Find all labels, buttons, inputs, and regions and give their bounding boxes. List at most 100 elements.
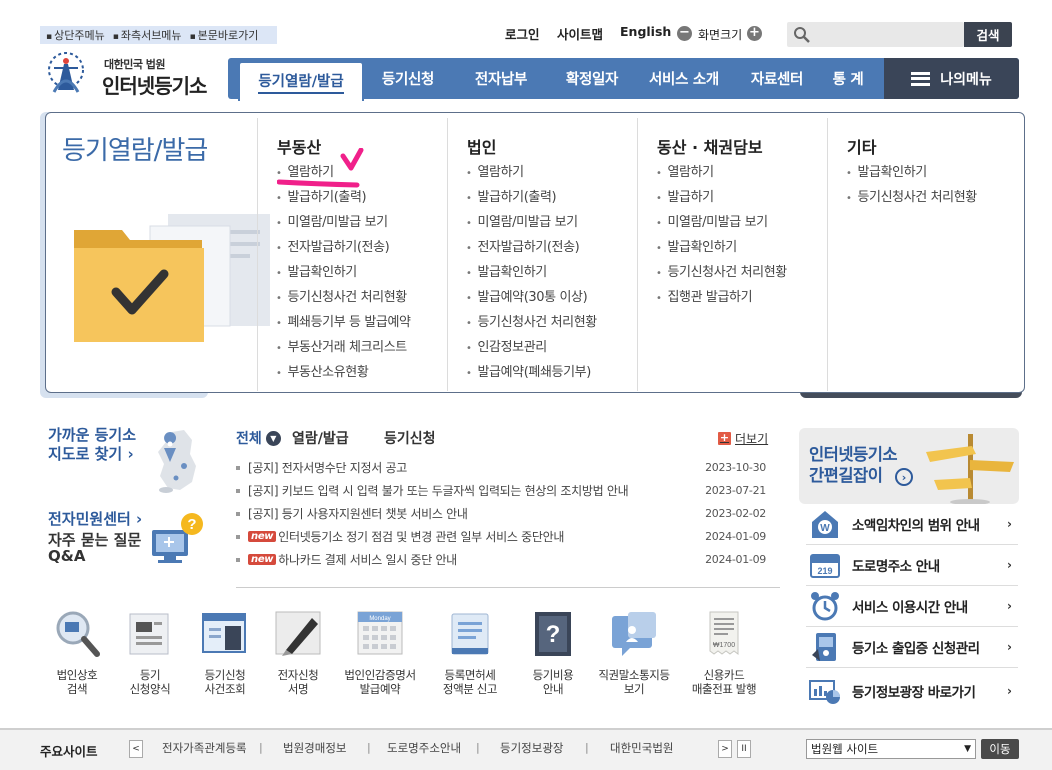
quick-link-seal-cert[interactable]: Monday 법인인감증명서 발급예약	[341, 608, 419, 696]
notice-item[interactable]: new 인터넷등기소 정기 점검 및 변경 관련 일부 서비스 중단안내 202…	[236, 525, 766, 548]
my-menu-button[interactable]: 나의메뉴	[884, 58, 1019, 99]
footer-link[interactable]: 대한민국법원	[610, 740, 673, 756]
menu-item[interactable]: 인감정보관리	[466, 335, 597, 360]
skip-link-side-menu[interactable]: 좌측서브메뉴	[113, 27, 182, 43]
zoom-label: 화면크기	[698, 28, 743, 42]
prev-button[interactable]: <	[129, 740, 143, 758]
quick-label: 서명	[287, 682, 309, 696]
zoom-in-icon[interactable]: +	[747, 26, 762, 41]
side-link-data-plaza[interactable]: 등기정보광장 바로가기 ›	[806, 670, 1018, 711]
quick-link-card-receipt[interactable]: ₩1700 신용카드 매출전표 발행	[685, 608, 763, 696]
menu-item[interactable]: 발급하기	[656, 185, 787, 210]
footer-link[interactable]: 도로명주소안내	[387, 740, 461, 756]
faq-line2: Q&A	[48, 547, 86, 565]
tab-registration[interactable]: 등기신청	[384, 428, 436, 448]
nav-tab-statistics[interactable]: 통 계	[822, 58, 874, 99]
menu-item[interactable]: 열람하기	[466, 160, 597, 185]
footer-link[interactable]: 등기정보광장	[500, 740, 563, 756]
skip-link-top-menu[interactable]: 상단주메뉴	[46, 27, 105, 43]
side-link-access-pass[interactable]: 등기소 출입증 신청관리 ›	[806, 627, 1018, 668]
menu-list-etc: 발급확인하기 등기신청사건 처리현황	[846, 160, 978, 210]
document-icon	[451, 613, 489, 655]
guide-title: 인터넷등기소 간편길잡이	[809, 444, 898, 486]
quick-label: 발급예약	[359, 682, 401, 696]
menu-item[interactable]: 발급확인하기	[846, 160, 977, 185]
calendar-day-label: Monday	[369, 616, 390, 622]
notice-date: 2024-01-09	[705, 530, 766, 543]
english-link[interactable]: English	[620, 24, 671, 39]
case-icon	[202, 613, 246, 653]
related-sites-select[interactable]: 법원웹 사이트 ▼	[806, 739, 976, 759]
map-link-line2: 지도로 찾기	[48, 445, 123, 463]
faq-link[interactable]: 자주 묻는 질문 Q&A	[48, 532, 141, 564]
menu-item[interactable]: 미열람/미발급 보기	[656, 210, 787, 235]
search-button[interactable]: 검색	[964, 22, 1012, 47]
menu-item[interactable]: 발급확인하기	[466, 260, 597, 285]
side-link-service-hours[interactable]: 서비스 이용시간 안내 ›	[806, 586, 1018, 627]
nav-tab-data-center[interactable]: 자료센터	[740, 58, 814, 99]
menu-item[interactable]: 부동산소유현황	[276, 360, 411, 385]
go-button[interactable]: 이동	[981, 739, 1019, 759]
menu-item[interactable]: 등기신청사건 처리현황	[656, 260, 788, 285]
nav-tab-e-payment[interactable]: 전자납부	[462, 58, 540, 99]
menu-item[interactable]: 등기신청사건 처리현황	[846, 185, 978, 210]
skip-link-content[interactable]: 본문바로가기	[190, 27, 259, 43]
notice-item[interactable]: [공지] 키보드 입력 시 입력 불가 또는 두글자씩 입력되는 현상의 조치방…	[236, 479, 766, 502]
quick-label: 전자신청	[277, 668, 319, 682]
menu-item[interactable]: 발급확인하기	[656, 235, 787, 260]
quick-link-e-sign[interactable]: 전자신청 서명	[259, 608, 337, 696]
quick-link-corp-name-search[interactable]: 법인상호 검색	[38, 608, 116, 696]
zoom-out-icon[interactable]: −	[677, 26, 692, 41]
notice-item[interactable]: new 하나카드 결제 서비스 일시 중단 안내 2024-01-09	[236, 548, 766, 571]
bullet-icon	[236, 465, 240, 470]
map-search-link[interactable]: 가까운 등기소 지도로 찾기 ›	[48, 426, 136, 464]
menu-item[interactable]: 열람하기	[656, 160, 787, 185]
quick-link-reg-cost[interactable]: ? 등기비용 안내	[514, 608, 592, 696]
column-head-movable-property: 동산 · 채권담보	[657, 138, 763, 157]
menu-item[interactable]: 전자발급하기(전송)	[276, 235, 411, 260]
footer-link[interactable]: 법원경매정보	[283, 740, 346, 756]
menu-item[interactable]: 발급하기(출력)	[466, 185, 597, 210]
notice-item[interactable]: [공지] 등기 사용자지원센터 챗봇 서비스 안내 2023-02-02	[236, 502, 766, 525]
menu-list-corporation: 열람하기 발급하기(출력) 미열람/미발급 보기 전자발급하기(전송) 발급확인…	[466, 160, 598, 385]
sitemap-link[interactable]: 사이트맵	[557, 24, 603, 43]
search-icon	[794, 27, 810, 43]
notice-item[interactable]: [공지] 전자서명수단 지정서 공고 2023-10-30	[236, 456, 766, 479]
quick-label: 사건조회	[204, 682, 246, 696]
menu-item[interactable]: 미열람/미발급 보기	[276, 210, 411, 235]
quick-link-reg-forms[interactable]: 등기 신청양식	[111, 608, 189, 696]
footer-link[interactable]: 전자가족관계등록	[162, 740, 247, 756]
tab-view-issue[interactable]: 열람/발급	[292, 428, 349, 448]
quick-link-case-lookup[interactable]: 등기신청 사건조회	[186, 608, 264, 696]
menu-item[interactable]: 폐쇄등기부 등 발급예약	[276, 310, 411, 335]
menu-item[interactable]: 부동산거래 체크리스트	[276, 335, 411, 360]
quick-link-cancellation-notice[interactable]: 직권말소통지등 보기	[595, 608, 673, 696]
tab-all-label: 전체	[236, 431, 262, 447]
nav-tab-registration[interactable]: 등기신청	[370, 58, 446, 99]
menu-item[interactable]: 발급확인하기	[276, 260, 411, 285]
chevron-right-icon: ›	[1007, 558, 1012, 572]
e-civil-center-link[interactable]: 전자민원센터 ›	[48, 508, 142, 529]
site-logo[interactable]: 대한민국 법원 인터넷등기소	[44, 50, 234, 100]
login-link[interactable]: 로그인	[505, 24, 540, 43]
menu-item[interactable]: 발급예약(30통 이상)	[466, 285, 597, 310]
side-link-small-tenant[interactable]: W 소액임차인의 범위 안내 ›	[806, 504, 1018, 545]
menu-item[interactable]: 집행관 발급하기	[656, 285, 787, 310]
next-button[interactable]: >	[718, 740, 732, 758]
menu-item[interactable]: 등기신청사건 처리현황	[276, 285, 411, 310]
search-input[interactable]	[787, 22, 964, 47]
menu-item[interactable]: 등기신청사건 처리현황	[466, 310, 598, 335]
nav-tab-service-intro[interactable]: 서비스 소개	[640, 58, 728, 99]
menu-item[interactable]: 미열람/미발급 보기	[466, 210, 597, 235]
menu-item[interactable]: 전자발급하기(전송)	[466, 235, 597, 260]
quick-link-license-tax[interactable]: 등록면허세 정액분 신고	[431, 608, 509, 696]
select-value: 법원웹 사이트	[811, 742, 879, 756]
more-link[interactable]: + 더보기	[718, 430, 768, 447]
side-link-road-address[interactable]: 219 도로명주소 안내 ›	[806, 545, 1018, 586]
menu-item[interactable]: 발급예약(폐쇄등기부)	[466, 360, 597, 385]
pause-button[interactable]: II	[737, 740, 751, 758]
nav-tab-fixed-date[interactable]: 확정일자	[556, 58, 628, 99]
nav-tab-view-issue[interactable]: 등기열람/발급	[238, 61, 364, 101]
tab-all[interactable]: 전체 ▼	[236, 428, 281, 448]
receipt-amount: ₩1700	[713, 642, 735, 649]
